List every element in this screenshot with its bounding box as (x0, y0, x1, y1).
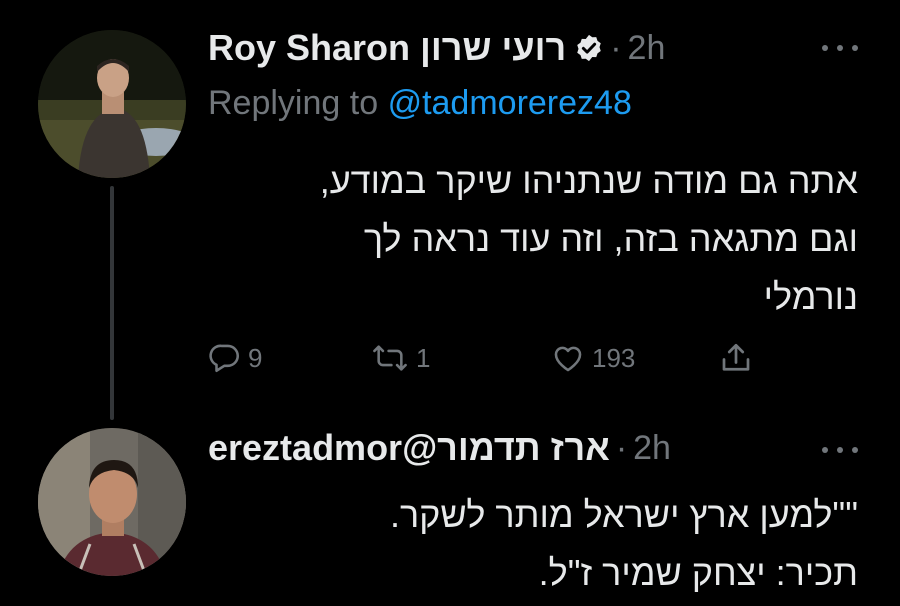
retweet-button[interactable]: 1 (370, 338, 430, 378)
thread-connector-line (110, 186, 114, 420)
replying-to: Replying to @tadmorerez48 (208, 84, 632, 123)
like-icon (550, 341, 586, 375)
replying-handle-link[interactable]: @tadmorerez48 (388, 84, 632, 122)
display-name-hebrew[interactable]: רועי שרון (420, 27, 566, 69)
timestamp[interactable]: 2h (633, 429, 671, 468)
avatar-roy-sharon[interactable] (38, 30, 186, 178)
tweet-actions: 9 1 193 (208, 338, 768, 378)
retweet-count: 1 (416, 342, 431, 373)
separator-dot: · (615, 428, 628, 467)
separator-dot: · (610, 28, 622, 67)
tweet-text-line: תכיר: יצחק שמיר ז"ל. (538, 552, 858, 593)
share-button[interactable] (718, 338, 754, 378)
replying-prefix: Replying to (208, 84, 379, 122)
timestamp[interactable]: 2h (628, 29, 666, 68)
tweet-text-line: אתה גם מודה שנתניהו שיקר במודע, (319, 160, 858, 201)
avatar-erez-tadmor[interactable] (38, 428, 186, 576)
tweet-text: ""למען ארץ ישראל מותר לשקר. תכיר: יצחק ש… (218, 486, 858, 602)
reply-count: 9 (248, 342, 263, 373)
verified-badge-icon (574, 33, 604, 63)
tweet-text: אתה גם מודה שנתניהו שיקר במודע, וגם מתגא… (218, 152, 858, 326)
like-button[interactable]: 193 (550, 338, 635, 378)
tweet-header: ereztadmor@ארז תדמור · 2h (208, 424, 671, 472)
tweet-header: Roy Sharon רועי שרון · 2h (208, 24, 665, 72)
like-count: 193 (592, 342, 636, 373)
more-icon[interactable] (822, 440, 858, 460)
display-name[interactable]: ereztadmor@ארז תדמור (208, 427, 610, 469)
tweet-text-line: וגם מתגאה בזה, וזה עוד נראה לך (363, 218, 858, 259)
share-icon (718, 340, 754, 376)
more-icon[interactable] (822, 38, 858, 58)
reply-icon (208, 341, 242, 375)
reply-button[interactable]: 9 (208, 338, 262, 378)
display-name[interactable]: Roy Sharon (208, 27, 410, 69)
retweet-icon (370, 341, 410, 375)
tweet-text-line: נורמלי (763, 276, 858, 317)
tweet-text-line: ""למען ארץ ישראל מותר לשקר. (389, 494, 858, 535)
